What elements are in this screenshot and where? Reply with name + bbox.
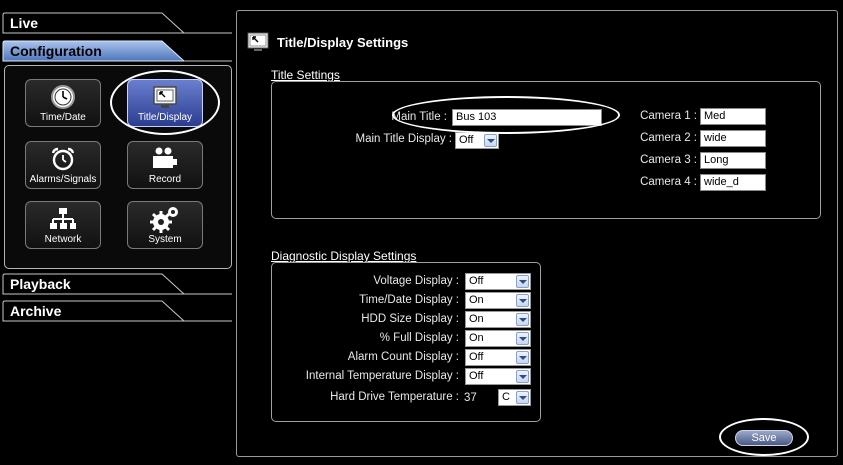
hard-drive-temperature-label: Hard Drive Temperature : [330, 391, 459, 403]
title-display-settings-icon [247, 32, 269, 51]
camera-2-label: Camera 2 : [640, 132, 697, 144]
title-settings-heading: Title Settings [271, 68, 340, 82]
chevron-down-icon [516, 370, 529, 383]
camera-2-input[interactable]: wide [700, 130, 766, 147]
hdd-size-display-label: HDD Size Display : [361, 313, 459, 325]
time-date-display-label: Time/Date Display : [359, 294, 459, 306]
alarm-count-display-value: Off [469, 351, 484, 363]
save-button[interactable]: Save [735, 430, 793, 446]
tab-playback[interactable]: Playback [2, 273, 232, 295]
percent-full-display-label: % Full Display : [379, 332, 459, 344]
sidebar: Live Configuration Time/Date Title/Displ… [0, 0, 234, 465]
camera-1-input[interactable]: Med [700, 108, 766, 125]
system-label: System [148, 234, 182, 245]
alarm-count-display-select[interactable]: Off [465, 349, 531, 366]
percent-full-display-select[interactable]: On [465, 330, 531, 347]
time-date-label: Time/Date [40, 112, 86, 123]
alarm-clock-icon [26, 145, 100, 173]
configuration-panel: Time/Date Title/Display Alarms/Signals R… [4, 65, 232, 269]
voltage-display-value: Off [469, 275, 484, 287]
voltage-display-label: Voltage Display : [373, 275, 459, 287]
gears-icon [128, 205, 202, 233]
hdd-size-display-value: On [469, 313, 484, 325]
tab-live-label: Live [10, 15, 39, 31]
tab-configuration[interactable]: Configuration [2, 40, 232, 62]
clock-icon [26, 83, 100, 111]
main-panel: Title/Display Settings Title Settings Ma… [236, 10, 838, 457]
record-button[interactable]: Record [127, 141, 203, 189]
camera-icon [128, 145, 202, 173]
chevron-down-icon [516, 332, 529, 345]
chevron-down-icon [516, 313, 529, 326]
diagnostic-settings-heading: Diagnostic Display Settings [271, 249, 417, 263]
page-title: Title/Display Settings [277, 35, 409, 50]
network-label: Network [44, 234, 82, 245]
chevron-down-icon [484, 134, 497, 147]
main-title-display-label: Main Title Display : [355, 133, 452, 145]
main-title-display-value: Off [459, 134, 474, 146]
time-date-display-value: On [469, 294, 484, 306]
hard-drive-temperature-value: 37 [464, 392, 477, 404]
chevron-down-icon [516, 294, 529, 307]
camera-1-label: Camera 1 : [640, 110, 697, 122]
chevron-down-icon [516, 275, 529, 288]
percent-full-display-value: On [469, 332, 484, 344]
camera-3-label: Camera 3 : [640, 154, 697, 166]
tab-archive[interactable]: Archive [2, 300, 232, 322]
internal-temperature-display-select[interactable]: Off [465, 368, 531, 385]
temperature-unit-select[interactable]: C [498, 389, 531, 406]
camera-4-input[interactable]: wide_d [700, 174, 766, 191]
network-button[interactable]: Network [25, 201, 101, 249]
time-date-button[interactable]: Time/Date [25, 79, 101, 127]
title-settings-group [271, 81, 821, 219]
camera-4-label: Camera 4 : [640, 176, 697, 188]
tab-archive-label: Archive [10, 303, 62, 319]
main-title-display-select[interactable]: Off [455, 132, 499, 149]
tab-playback-label: Playback [10, 276, 71, 292]
chevron-down-icon [516, 391, 529, 404]
alarm-count-display-label: Alarm Count Display : [347, 351, 459, 363]
network-icon [26, 205, 100, 233]
chevron-down-icon [516, 351, 529, 364]
hdd-size-display-select[interactable]: On [465, 311, 531, 328]
camera-3-input[interactable]: Long [700, 152, 766, 169]
main-title-input[interactable]: Bus 103 [452, 109, 602, 126]
tab-live[interactable]: Live [2, 12, 232, 34]
internal-temperature-display-value: Off [469, 370, 484, 382]
record-label: Record [148, 174, 182, 185]
title-display-label: Title/Display [137, 112, 193, 123]
system-button[interactable]: System [127, 201, 203, 249]
alarms-signals-button[interactable]: Alarms/Signals [25, 141, 101, 189]
time-date-display-select[interactable]: On [465, 292, 531, 309]
internal-temperature-display-label: Internal Temperature Display : [305, 370, 459, 382]
main-title-label: Main Title : [391, 111, 447, 123]
voltage-display-select[interactable]: Off [465, 273, 531, 290]
monitor-icon [128, 83, 202, 111]
tab-configuration-label: Configuration [10, 43, 102, 59]
title-display-button[interactable]: Title/Display [127, 79, 203, 127]
alarms-signals-label: Alarms/Signals [29, 174, 97, 185]
temperature-unit-value: C [502, 391, 510, 403]
